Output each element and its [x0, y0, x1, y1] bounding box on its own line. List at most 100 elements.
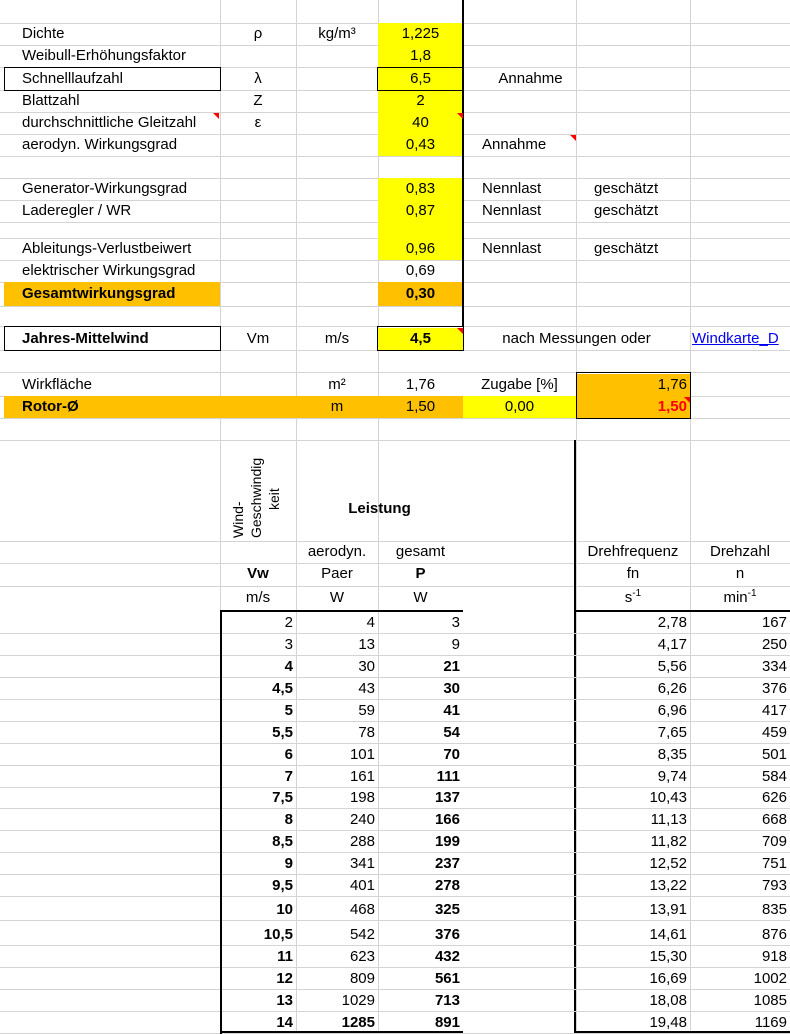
- table-cell-vw: 5: [284, 702, 293, 719]
- label-elektrisch: elektrischer Wirkungsgrad: [22, 262, 196, 279]
- table-cell-vw: 11: [277, 948, 293, 965]
- separator-v1: [462, 0, 464, 326]
- label-gleitzahl: durchschnittliche Gleitzahl: [22, 114, 197, 131]
- table-cell-n: 751: [761, 855, 787, 872]
- table-cell-vw: 6: [284, 746, 293, 763]
- table-cell-paer: 468: [349, 901, 375, 918]
- input-generator[interactable]: 0,83: [378, 178, 463, 200]
- unit-m: m: [296, 396, 378, 418]
- table-cell-p: 21: [443, 658, 460, 675]
- box-result: [576, 372, 691, 419]
- table-cell-n: 584: [761, 768, 787, 785]
- unit-n: min-1: [723, 588, 757, 607]
- table-cell-n: 709: [761, 833, 787, 850]
- note-geschaetzt-3: geschätzt: [594, 240, 659, 257]
- table-cell-n: 459: [761, 724, 787, 741]
- box-wind-value: [377, 326, 464, 351]
- col-drehfrequenz: Drehfrequenz: [587, 543, 679, 560]
- symbol-lambda: λ: [254, 70, 262, 87]
- table-cell-fn: 16,69: [649, 970, 687, 987]
- spreadsheet[interactable]: Dichte ρ kg/m³ 1,225 Weibull-Erhöhungsfa…: [0, 0, 790, 1034]
- table-cell-vw: 9,5: [272, 877, 293, 894]
- comment-marker[interactable]: [570, 135, 576, 141]
- link-windkarte[interactable]: Windkarte_D: [690, 328, 790, 350]
- comment-marker[interactable]: [457, 328, 463, 334]
- table-cell-paer: 59: [358, 702, 375, 719]
- table-cell-p: 561: [434, 970, 460, 987]
- table-cell-paer: 1029: [341, 992, 375, 1009]
- table-cell-n: 918: [761, 948, 787, 965]
- table-cell-p: 111: [436, 768, 460, 785]
- table-left-border: [220, 610, 222, 1034]
- unit-fn: s-1: [624, 588, 642, 607]
- table-cell-fn: 2,78: [657, 614, 687, 631]
- table-cell-paer: 401: [349, 877, 375, 894]
- table-cell-fn: 14,61: [649, 926, 687, 943]
- input-ableitung[interactable]: 0,96: [378, 238, 463, 260]
- table-cell-p: 199: [434, 833, 460, 850]
- table-cell-p: 137: [434, 789, 460, 806]
- table-cell-vw: 4: [284, 658, 293, 675]
- table-cell-vw: 10,5: [263, 926, 293, 943]
- table-cell-vw: 4,5: [272, 680, 293, 697]
- table-cell-paer: 341: [349, 855, 375, 872]
- unit-vw: m/s: [245, 589, 271, 606]
- comment-marker[interactable]: [684, 397, 690, 403]
- table-cell-paer: 288: [349, 833, 375, 850]
- col-p: P: [415, 565, 426, 582]
- table-cell-p: 325: [434, 901, 460, 918]
- col-gesamt: gesamt: [395, 543, 446, 560]
- col-vw: Vw: [247, 565, 269, 582]
- table-cell-n: 376: [761, 680, 787, 697]
- table-cell-p: 41: [443, 702, 460, 719]
- value-gesamtwirkungsgrad: 0,30: [378, 282, 463, 306]
- input-blattzahl[interactable]: 2: [378, 90, 463, 112]
- table-cell-paer: 240: [349, 811, 375, 828]
- note-messungen: nach Messungen oder: [502, 330, 651, 347]
- table-bottom-border-right: [575, 1031, 790, 1033]
- header-leistung: Leistung: [348, 500, 411, 517]
- label-blattzahl: Blattzahl: [22, 92, 80, 109]
- input-laderegler[interactable]: 0,87: [378, 200, 463, 222]
- col-aerodyn: aerodyn.: [307, 543, 367, 560]
- table-cell-vw: 8: [284, 811, 293, 828]
- table-cell-p: 70: [443, 746, 460, 763]
- label-ableitung: Ableitungs-Verlustbeiwert: [22, 240, 192, 257]
- table-top-border-right: [575, 610, 790, 612]
- unit-paer: W: [329, 589, 345, 606]
- table-cell-paer: 623: [349, 948, 375, 965]
- comment-marker[interactable]: [457, 113, 463, 119]
- table-cell-fn: 4,17: [657, 636, 687, 653]
- table-cell-n: 793: [761, 877, 787, 894]
- table-cell-vw: 13: [276, 992, 293, 1009]
- unit-p: W: [413, 589, 428, 606]
- input-gleitzahl[interactable]: 40: [378, 112, 463, 134]
- symbol-vm: Vm: [246, 330, 270, 347]
- table-cell-p: 54: [443, 724, 460, 741]
- col-drehzahl: Drehzahl: [709, 543, 771, 560]
- input-aerodyn-wirkungsgrad[interactable]: 0,43: [378, 134, 463, 156]
- table-cell-p: 30: [443, 680, 460, 697]
- comment-marker[interactable]: [213, 113, 219, 119]
- table-cell-fn: 11,13: [650, 811, 687, 828]
- note-nennlast-1: Nennlast: [482, 180, 542, 197]
- note-annahme-1: Annahme: [498, 70, 563, 87]
- table-cell-paer: 43: [358, 680, 375, 697]
- table-cell-n: 668: [761, 811, 787, 828]
- table-cell-p: 376: [434, 926, 460, 943]
- box-jahres-mittelwind: [4, 326, 221, 351]
- table-cell-fn: 6,26: [657, 680, 687, 697]
- table-cell-p: 166: [434, 811, 460, 828]
- table-cell-fn: 6,96: [657, 702, 687, 719]
- input-zugabe[interactable]: 0,00: [463, 396, 576, 418]
- unit-m2: m²: [328, 376, 346, 393]
- label-laderegler: Laderegler / WR: [22, 202, 132, 219]
- table-cell-paer: 161: [349, 768, 375, 785]
- input-weibull[interactable]: 1,8: [378, 45, 463, 67]
- table-cell-fn: 11,82: [650, 833, 687, 850]
- table-cell-vw: 9: [284, 855, 293, 872]
- input-dichte[interactable]: 1,225: [378, 23, 463, 45]
- table-cell-paer: 198: [349, 789, 375, 806]
- table-cell-fn: 8,35: [657, 746, 687, 763]
- unit-kgm3: kg/m³: [318, 25, 356, 42]
